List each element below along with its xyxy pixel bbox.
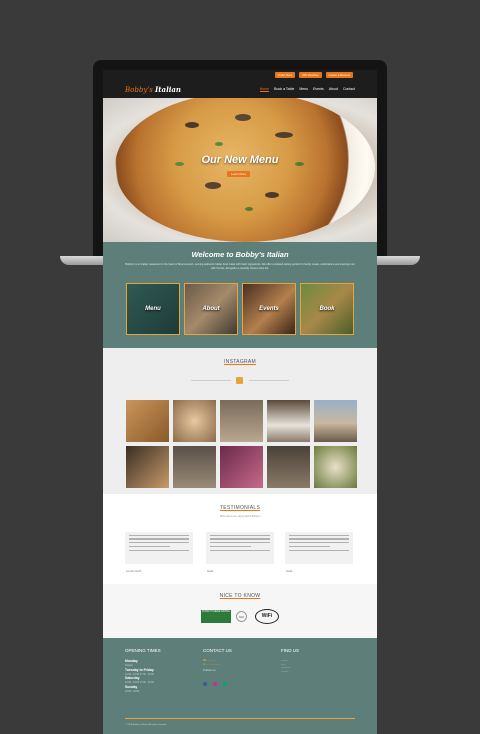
hero-learn-more-button[interactable]: Learn More [227,171,251,177]
nav-menu: Home Book a Table Menu Events About Cont… [259,87,355,92]
welcome-text: Bobby's is an Italian restaurant in the … [125,263,355,270]
tile-about[interactable]: About [184,283,238,335]
hours-times: 12:00 - 21:00 [125,689,140,693]
contact-us: CONTACT US ☎ ———— ✉ —————— Follow us [203,648,232,691]
hero-banner: Our New Menu Learn More [103,98,377,242]
top-bar: Order Now Gift Voucher Leave a Review [103,70,377,80]
logo-part1: Bobby's [125,85,153,94]
address-placeholder: ——— —— ———— ——— [281,659,291,673]
tile-book-label: Book [319,306,335,312]
hours-day: Sunday [125,684,138,689]
opening-times-title: OPENING TIMES [125,648,161,653]
facebook-icon[interactable] [203,682,207,687]
testimonial-author: Sarah [286,570,293,573]
instagram-row-2 [126,446,357,488]
wifi-icon: WiFi [255,609,279,624]
tile-menu-label: Menu [145,306,161,312]
order-now-button[interactable]: Order Now [274,72,296,78]
divider-left [191,380,231,381]
leave-review-button[interactable]: Leave a Review [325,72,353,78]
testimonials-section: TESTIMONIALS What others are saying abou… [103,494,377,584]
instagram-icon[interactable] [236,377,243,384]
instagram-row-1 [126,400,357,442]
instagram-photo[interactable] [267,446,310,488]
pizza-image [115,98,375,242]
testimonial-card [285,532,353,564]
nav-menu-link[interactable]: Menu [299,87,308,92]
go-badge: GO [236,611,247,622]
testimonial-card [206,532,274,564]
welcome-section: Welcome to Bobby's Italian Bobby's is an… [103,242,377,348]
food-hygiene-badge: FOOD HYGIENE RATING [201,610,231,623]
nav-book-table[interactable]: Book a Table [274,87,294,92]
instagram-title: INSTAGRAM [223,359,257,365]
tripadvisor-icon[interactable] [222,682,227,687]
tile-events[interactable]: Events [242,283,296,335]
nice-to-know-title: NICE TO KNOW [219,593,261,599]
website-page: Order Now Gift Voucher Leave a Review Bo… [103,70,377,734]
hours-day: Saturday [125,676,140,681]
nav-about[interactable]: About [329,87,338,92]
hero-title: Our New Menu [201,154,279,166]
divider-right [249,380,289,381]
instagram-photo[interactable] [314,446,357,488]
footer: OPENING TIMES Monday Closed Tuesday to F… [103,638,377,734]
main-nav: Bobby's Italian Home Book a Table Menu E… [103,80,377,98]
feature-tiles: Menu About Events Book [126,283,354,335]
testimonials-subtitle: What others are saying about Bobby's [219,515,261,518]
find-us: FIND US ——— —— ———— ——— [281,648,299,673]
contact-title: CONTACT US [203,648,232,653]
opening-times: OPENING TIMES Monday Closed Tuesday to F… [125,648,161,693]
tile-about-label: About [202,306,220,312]
nav-home[interactable]: Home [259,87,270,92]
instagram-photo[interactable] [267,400,310,442]
instagram-photo[interactable] [126,400,169,442]
logo-part2: Italian [155,84,182,94]
tile-menu[interactable]: Menu [126,283,180,335]
instagram-photo[interactable] [173,446,216,488]
instagram-social-icon[interactable] [212,682,217,687]
hours-day: Tuesday to Friday [125,667,154,672]
footer-divider [125,718,355,719]
site-logo[interactable]: Bobby's Italian [125,85,181,94]
tile-book[interactable]: Book [300,283,354,335]
instagram-photo[interactable] [314,400,357,442]
testimonial-author: Sarah [207,570,214,573]
testimonials-title: TESTIMONIALS [219,505,261,511]
welcome-title: Welcome to Bobby's Italian [191,250,289,259]
testimonial-card [125,532,193,564]
instagram-photo[interactable] [220,446,263,488]
instagram-photo[interactable] [220,400,263,442]
gift-voucher-button[interactable]: Gift Voucher [299,72,322,78]
testimonial-author: Jennifer Smith [126,570,142,573]
nav-contact[interactable]: Contact [343,87,355,92]
instagram-section: INSTAGRAM [103,348,377,494]
instagram-photo[interactable] [173,400,216,442]
find-us-title: FIND US [281,648,299,653]
nav-events[interactable]: Events [313,87,324,92]
email-icon[interactable]: ✉ —————— [203,663,232,667]
copyright: © 2018 Bobby's Italian | All rights rese… [125,724,167,726]
nice-to-know-section: NICE TO KNOW FOOD HYGIENE RATING GO WiFi [103,584,377,638]
tile-events-label: Events [259,306,279,312]
instagram-photo[interactable] [126,446,169,488]
hours-day: Monday [125,659,138,663]
